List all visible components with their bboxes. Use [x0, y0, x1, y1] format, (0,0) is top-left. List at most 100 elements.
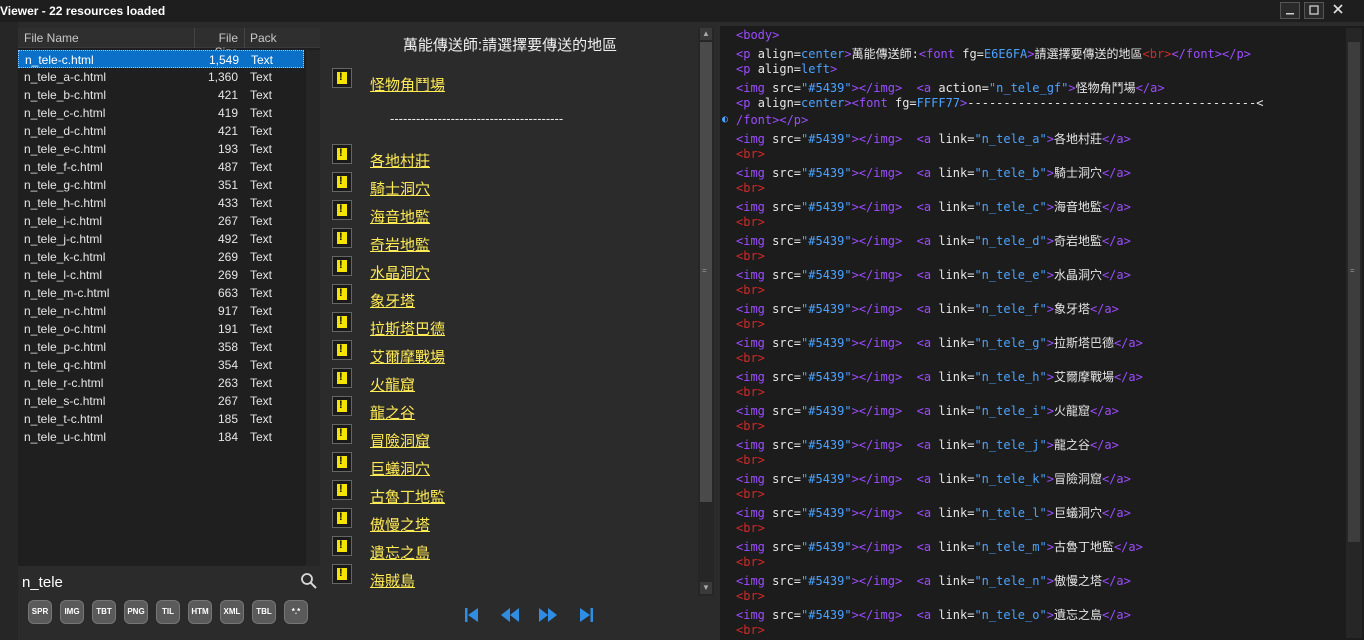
preview-link[interactable]: 巨蟻洞穴: [370, 458, 430, 479]
table-row[interactable]: n_tele_e-c.html 193 Text: [18, 140, 320, 158]
file-list-scrollbar[interactable]: [306, 50, 320, 566]
source-token: <a: [916, 81, 939, 95]
filter-button-xml[interactable]: XML: [220, 600, 244, 624]
table-row[interactable]: n_tele_t-c.html 185 Text: [18, 410, 320, 428]
column-header-pack[interactable]: Pack: [250, 31, 277, 45]
preview-link[interactable]: 海賊島: [370, 570, 415, 591]
source-line: <p align=center>萬能傳送師:<font fg=E6E6FA>請選…: [736, 45, 1263, 62]
source-scroll-thumb[interactable]: [1348, 42, 1360, 542]
cell-size: 433: [217, 196, 238, 210]
table-row[interactable]: n_tele-c.html 1,549 Text: [18, 50, 304, 68]
warning-icon: !: [332, 368, 352, 388]
search-icon[interactable]: [300, 572, 318, 590]
close-icon: [1333, 4, 1343, 14]
source-token: link=: [938, 132, 975, 146]
cell-name: n_tele_j-c.html: [24, 232, 103, 246]
table-row[interactable]: n_tele_d-c.html 421 Text: [18, 122, 320, 140]
source-token: fg=: [962, 47, 984, 61]
table-row[interactable]: n_tele_p-c.html 358 Text: [18, 338, 320, 356]
column-header-file-name[interactable]: File Name: [24, 31, 79, 45]
table-row[interactable]: n_tele_i-c.html 267 Text: [18, 212, 320, 230]
source-scrollbar[interactable]: =: [1346, 28, 1362, 638]
source-token: link=: [938, 404, 975, 418]
source-token: [902, 234, 916, 248]
table-row[interactable]: n_tele_c-c.html 419 Text: [18, 104, 320, 122]
source-token: [902, 166, 916, 180]
table-row[interactable]: n_tele_u-c.html 184 Text: [18, 428, 320, 446]
cell-name: n_tele-c.html: [25, 53, 94, 67]
source-token: >: [1046, 404, 1054, 418]
filter-button-png[interactable]: PNG: [124, 600, 148, 624]
table-row[interactable]: n_tele_k-c.html 269 Text: [18, 248, 320, 266]
preview-link[interactable]: 各地村莊: [370, 150, 430, 171]
source-token: >: [1046, 200, 1054, 214]
rewind-icon[interactable]: [498, 604, 522, 626]
table-row[interactable]: n_tele_o-c.html 191 Text: [18, 320, 320, 338]
table-row[interactable]: n_tele_h-c.html 433 Text: [18, 194, 320, 212]
maximize-button[interactable]: [1304, 2, 1324, 19]
source-token: "#5439": [801, 472, 852, 486]
preview-link[interactable]: 傲慢之塔: [370, 514, 430, 535]
preview-link[interactable]: 龍之谷: [370, 402, 415, 423]
filter-button-htm[interactable]: HTM: [188, 600, 212, 624]
table-row[interactable]: n_tele_m-c.html 663 Text: [18, 284, 320, 302]
filter-button-all[interactable]: *.*: [284, 600, 308, 624]
scroll-down-arrow[interactable]: ▼: [700, 582, 712, 594]
source-token: "n_tele_m": [974, 540, 1047, 554]
skip-first-icon[interactable]: [460, 604, 484, 626]
source-token: </a>: [1101, 268, 1131, 282]
warning-icon: !: [332, 508, 352, 528]
fast-forward-icon[interactable]: [536, 604, 560, 626]
source-token: <a: [916, 166, 939, 180]
source-token: >: [1068, 81, 1076, 95]
source-token: 古魯丁地監: [1053, 540, 1114, 554]
filter-button-til[interactable]: TIL: [156, 600, 180, 624]
preview-link-top[interactable]: 怪物角鬥場: [370, 74, 445, 95]
source-token: "#5439": [801, 506, 852, 520]
source-line: <img src="#5439"></img> <a link="n_tele_…: [736, 232, 1263, 249]
preview-link[interactable]: 冒險洞窟: [370, 430, 430, 451]
preview-link[interactable]: 拉斯塔巴德: [370, 318, 445, 339]
table-row[interactable]: n_tele_n-c.html 917 Text: [18, 302, 320, 320]
table-row[interactable]: n_tele_b-c.html 421 Text: [18, 86, 320, 104]
source-token: <br>: [736, 147, 765, 161]
table-row[interactable]: n_tele_r-c.html 263 Text: [18, 374, 320, 392]
skip-last-icon[interactable]: [574, 604, 598, 626]
preview-link[interactable]: 奇岩地監: [370, 234, 430, 255]
source-token: [902, 472, 916, 486]
preview-link[interactable]: 象牙塔: [370, 290, 415, 311]
filter-button-spr[interactable]: SPR: [28, 600, 52, 624]
table-row[interactable]: n_tele_a-c.html 1,360 Text: [18, 68, 320, 86]
preview-scrollbar[interactable]: ▲ = ▼: [698, 28, 714, 596]
table-row[interactable]: n_tele_j-c.html 492 Text: [18, 230, 320, 248]
source-token: </a>: [1101, 200, 1131, 214]
source-token: center: [801, 47, 845, 61]
preview-link[interactable]: 火龍窟: [370, 374, 415, 395]
cell-size: 263: [217, 376, 238, 390]
source-token: "n_tele_d": [974, 234, 1047, 248]
preview-link[interactable]: 遺忘之島: [370, 542, 430, 563]
table-row[interactable]: n_tele_s-c.html 267 Text: [18, 392, 320, 410]
source-token: >: [1046, 438, 1054, 452]
preview-link[interactable]: 騎士洞穴: [370, 178, 430, 199]
table-row[interactable]: n_tele_g-c.html 351 Text: [18, 176, 320, 194]
html-preview-panel: 萬能傳送師:請選擇要傳送的地區 ! 怪物角鬥場 ----------------…: [322, 26, 698, 596]
table-row[interactable]: n_tele_q-c.html 354 Text: [18, 356, 320, 374]
source-token: "n_tele_e": [974, 268, 1047, 282]
filter-button-tbt[interactable]: TBT: [92, 600, 116, 624]
scroll-up-arrow[interactable]: ▲: [700, 28, 712, 40]
table-row[interactable]: n_tele_l-c.html 269 Text: [18, 266, 320, 284]
filter-button-img[interactable]: IMG: [60, 600, 84, 624]
table-row[interactable]: n_tele_f-c.html 487 Text: [18, 158, 320, 176]
source-token: src=: [772, 506, 802, 520]
source-token: <a: [916, 540, 939, 554]
preview-link[interactable]: 艾爾摩戰場: [370, 346, 445, 367]
source-token: align=: [757, 96, 802, 110]
minimize-button[interactable]: [1280, 2, 1300, 19]
filter-button-tbl[interactable]: TBL: [252, 600, 276, 624]
close-button[interactable]: [1328, 2, 1348, 19]
preview-link[interactable]: 古魯丁地監: [370, 486, 445, 507]
preview-link[interactable]: 水晶洞穴: [370, 262, 430, 283]
search-input[interactable]: [22, 572, 282, 592]
preview-link[interactable]: 海音地監: [370, 206, 430, 227]
